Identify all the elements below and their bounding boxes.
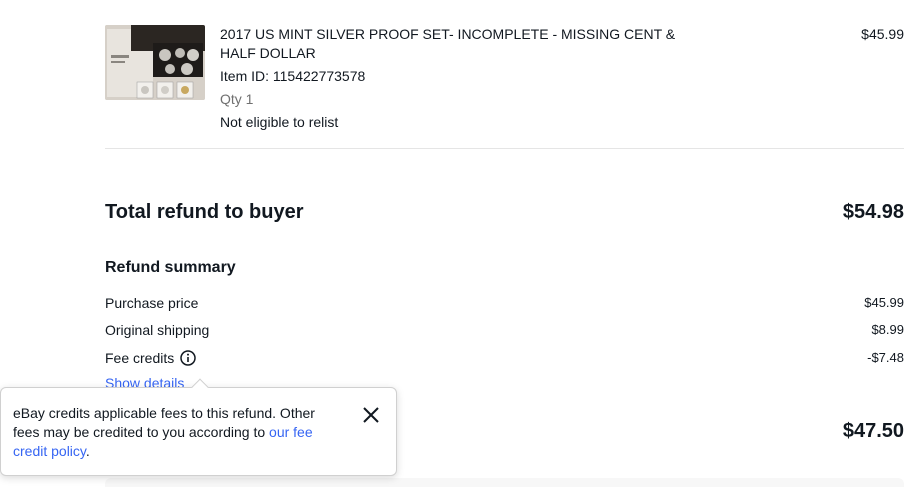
summary-row-label: Fee credits [105, 350, 196, 366]
summary-row-value: $45.99 [864, 295, 904, 310]
item-quantity: Qty 1 [220, 91, 254, 107]
summary-row-original-shipping: Original shipping $8.99 [105, 322, 904, 342]
item-title[interactable]: 2017 US MINT SILVER PROOF SET- INCOMPLET… [220, 25, 690, 63]
tooltip-text: eBay credits applicable fees to this ref… [13, 404, 343, 461]
total-refund-value: $54.98 [842, 201, 904, 223]
tooltip-suffix: . [85, 443, 90, 459]
tooltip-pointer [191, 378, 209, 396]
net-refund-value: $47.50 [842, 420, 904, 442]
refund-summary-title: Refund summary [105, 259, 236, 276]
item-price: $45.99 [861, 26, 904, 42]
refund-item-row: 2017 US MINT SILVER PROOF SET- INCOMPLET… [105, 22, 904, 149]
summary-row-value: -$7.48 [867, 350, 904, 365]
info-icon[interactable] [180, 350, 196, 366]
summary-row-purchase-price: Purchase price $45.99 [105, 295, 904, 315]
close-icon[interactable] [360, 404, 382, 426]
summary-row-fee-credits: Fee credits -$7.48 [105, 350, 904, 370]
item-id: Item ID: 115422773578 [220, 68, 366, 84]
bottom-panel [105, 478, 904, 487]
summary-row-label: Purchase price [105, 295, 199, 311]
summary-row-value: $8.99 [871, 322, 904, 337]
item-relist-status: Not eligible to relist [220, 114, 339, 130]
total-refund-label: Total refund to buyer [105, 201, 304, 223]
fee-credits-label: Fee credits [105, 350, 175, 366]
fee-credits-tooltip: eBay credits applicable fees to this ref… [0, 378, 397, 476]
summary-row-label: Original shipping [105, 322, 210, 338]
item-thumbnail[interactable] [105, 25, 205, 100]
